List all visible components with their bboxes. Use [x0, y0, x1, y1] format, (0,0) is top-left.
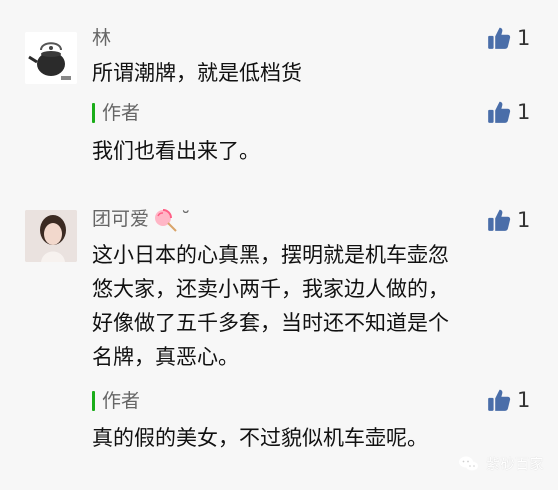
- wechat-icon: [459, 456, 478, 471]
- author-label: 作者: [102, 390, 141, 412]
- comment-text-line: 名牌，真恶心。: [92, 345, 239, 369]
- like-button[interactable]: 1: [486, 24, 530, 52]
- comment-text-line: 悠大家，还卖小两千，我家边人做的，: [92, 277, 449, 301]
- thumbs-up-icon: [488, 389, 511, 411]
- watermark: 紫砂百家: [458, 454, 544, 474]
- author-reply-header: 作者: [92, 389, 140, 413]
- like-count: 1: [517, 388, 531, 412]
- like-count: 1: [517, 208, 531, 232]
- author-marker: [92, 103, 95, 123]
- author-marker: [92, 391, 95, 411]
- comment-text: 所谓潮牌，就是低档货: [92, 61, 302, 85]
- like-button[interactable]: 1: [486, 98, 530, 126]
- author-reply-text: 我们也看出来了。: [92, 139, 260, 163]
- author-reply-header: 作者: [92, 101, 140, 125]
- watermark-text: 紫砂百家: [486, 457, 544, 473]
- thumbs-up-icon: [488, 27, 511, 49]
- comment-text-line: 这小日本的心真黑，摆明就是机车壶忽: [92, 243, 449, 267]
- avatar[interactable]: [25, 32, 77, 84]
- comment-author-name[interactable]: 团可爱 ˘: [92, 207, 191, 232]
- author-reply-text: 真的假的美女，不过貌似机车壶呢。: [92, 426, 428, 450]
- comment-text-line: 好像做了五千多套，当时还不知道是个: [92, 311, 449, 335]
- like-button[interactable]: 1: [486, 386, 530, 414]
- like-count: 1: [517, 26, 531, 50]
- comment-author-name-suffix: ˘: [181, 208, 191, 230]
- comment-author-name-text: 团可爱: [92, 208, 150, 230]
- comment-author-name[interactable]: 林: [92, 26, 111, 50]
- thumbs-up-icon: [488, 209, 511, 231]
- teapot-icon: [25, 32, 77, 84]
- lollipop-icon: [155, 208, 177, 232]
- author-label: 作者: [102, 102, 141, 124]
- like-button[interactable]: 1: [486, 206, 530, 234]
- avatar[interactable]: [25, 210, 77, 262]
- user-photo-icon: [25, 210, 77, 262]
- thumbs-up-icon: [488, 101, 511, 123]
- like-count: 1: [517, 100, 531, 124]
